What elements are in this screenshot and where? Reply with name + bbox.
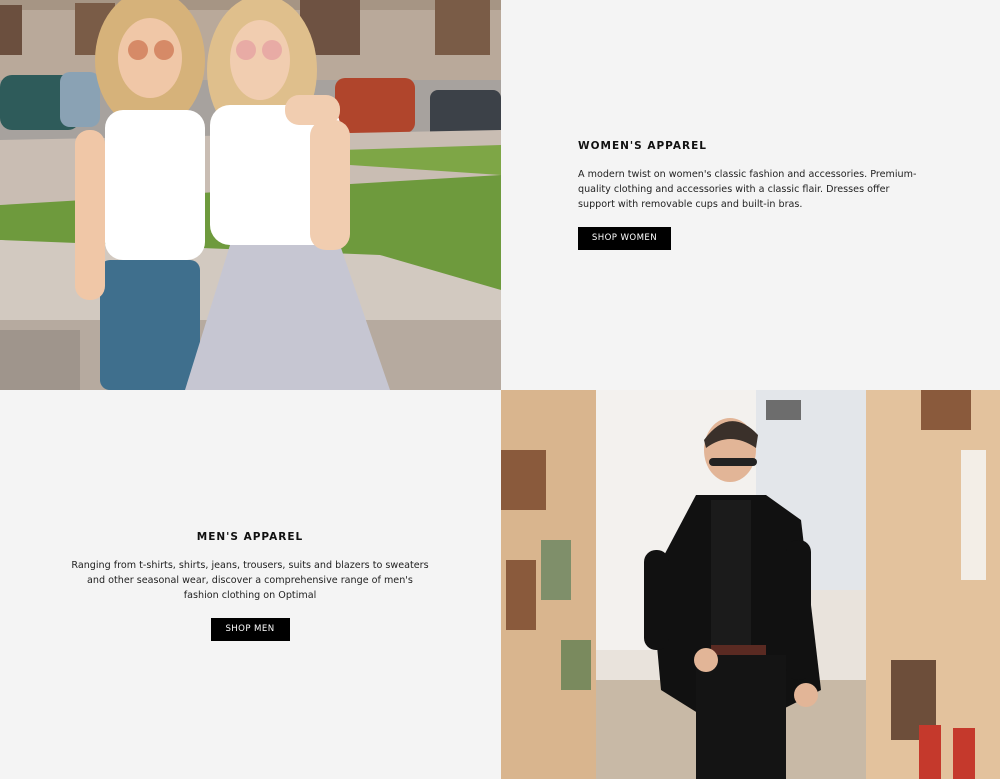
women-title: WOMEN'S APPAREL xyxy=(578,140,707,152)
men-description: Ranging from t-shirts, shirts, jeans, tr… xyxy=(71,560,429,601)
women-text-panel: WOMEN'S APPAREL A modern twist on women'… xyxy=(501,0,1000,390)
shop-women-button[interactable]: SHOP WOMEN xyxy=(578,227,671,250)
men-content: MEN'S APPAREL Ranging from t-shirts, shi… xyxy=(70,531,430,641)
women-description: A modern twist on women's classic fashio… xyxy=(578,169,917,210)
category-banner-grid: WOMEN'S APPAREL A modern twist on women'… xyxy=(0,0,1000,779)
women-content: WOMEN'S APPAREL A modern twist on women'… xyxy=(578,140,928,250)
men-photo[interactable] xyxy=(501,390,1000,779)
men-title: MEN'S APPAREL xyxy=(196,531,304,543)
shop-men-button[interactable]: SHOP MEN xyxy=(210,618,290,641)
women-photo[interactable] xyxy=(0,0,501,390)
men-text-panel: MEN'S APPAREL Ranging from t-shirts, shi… xyxy=(0,390,501,779)
